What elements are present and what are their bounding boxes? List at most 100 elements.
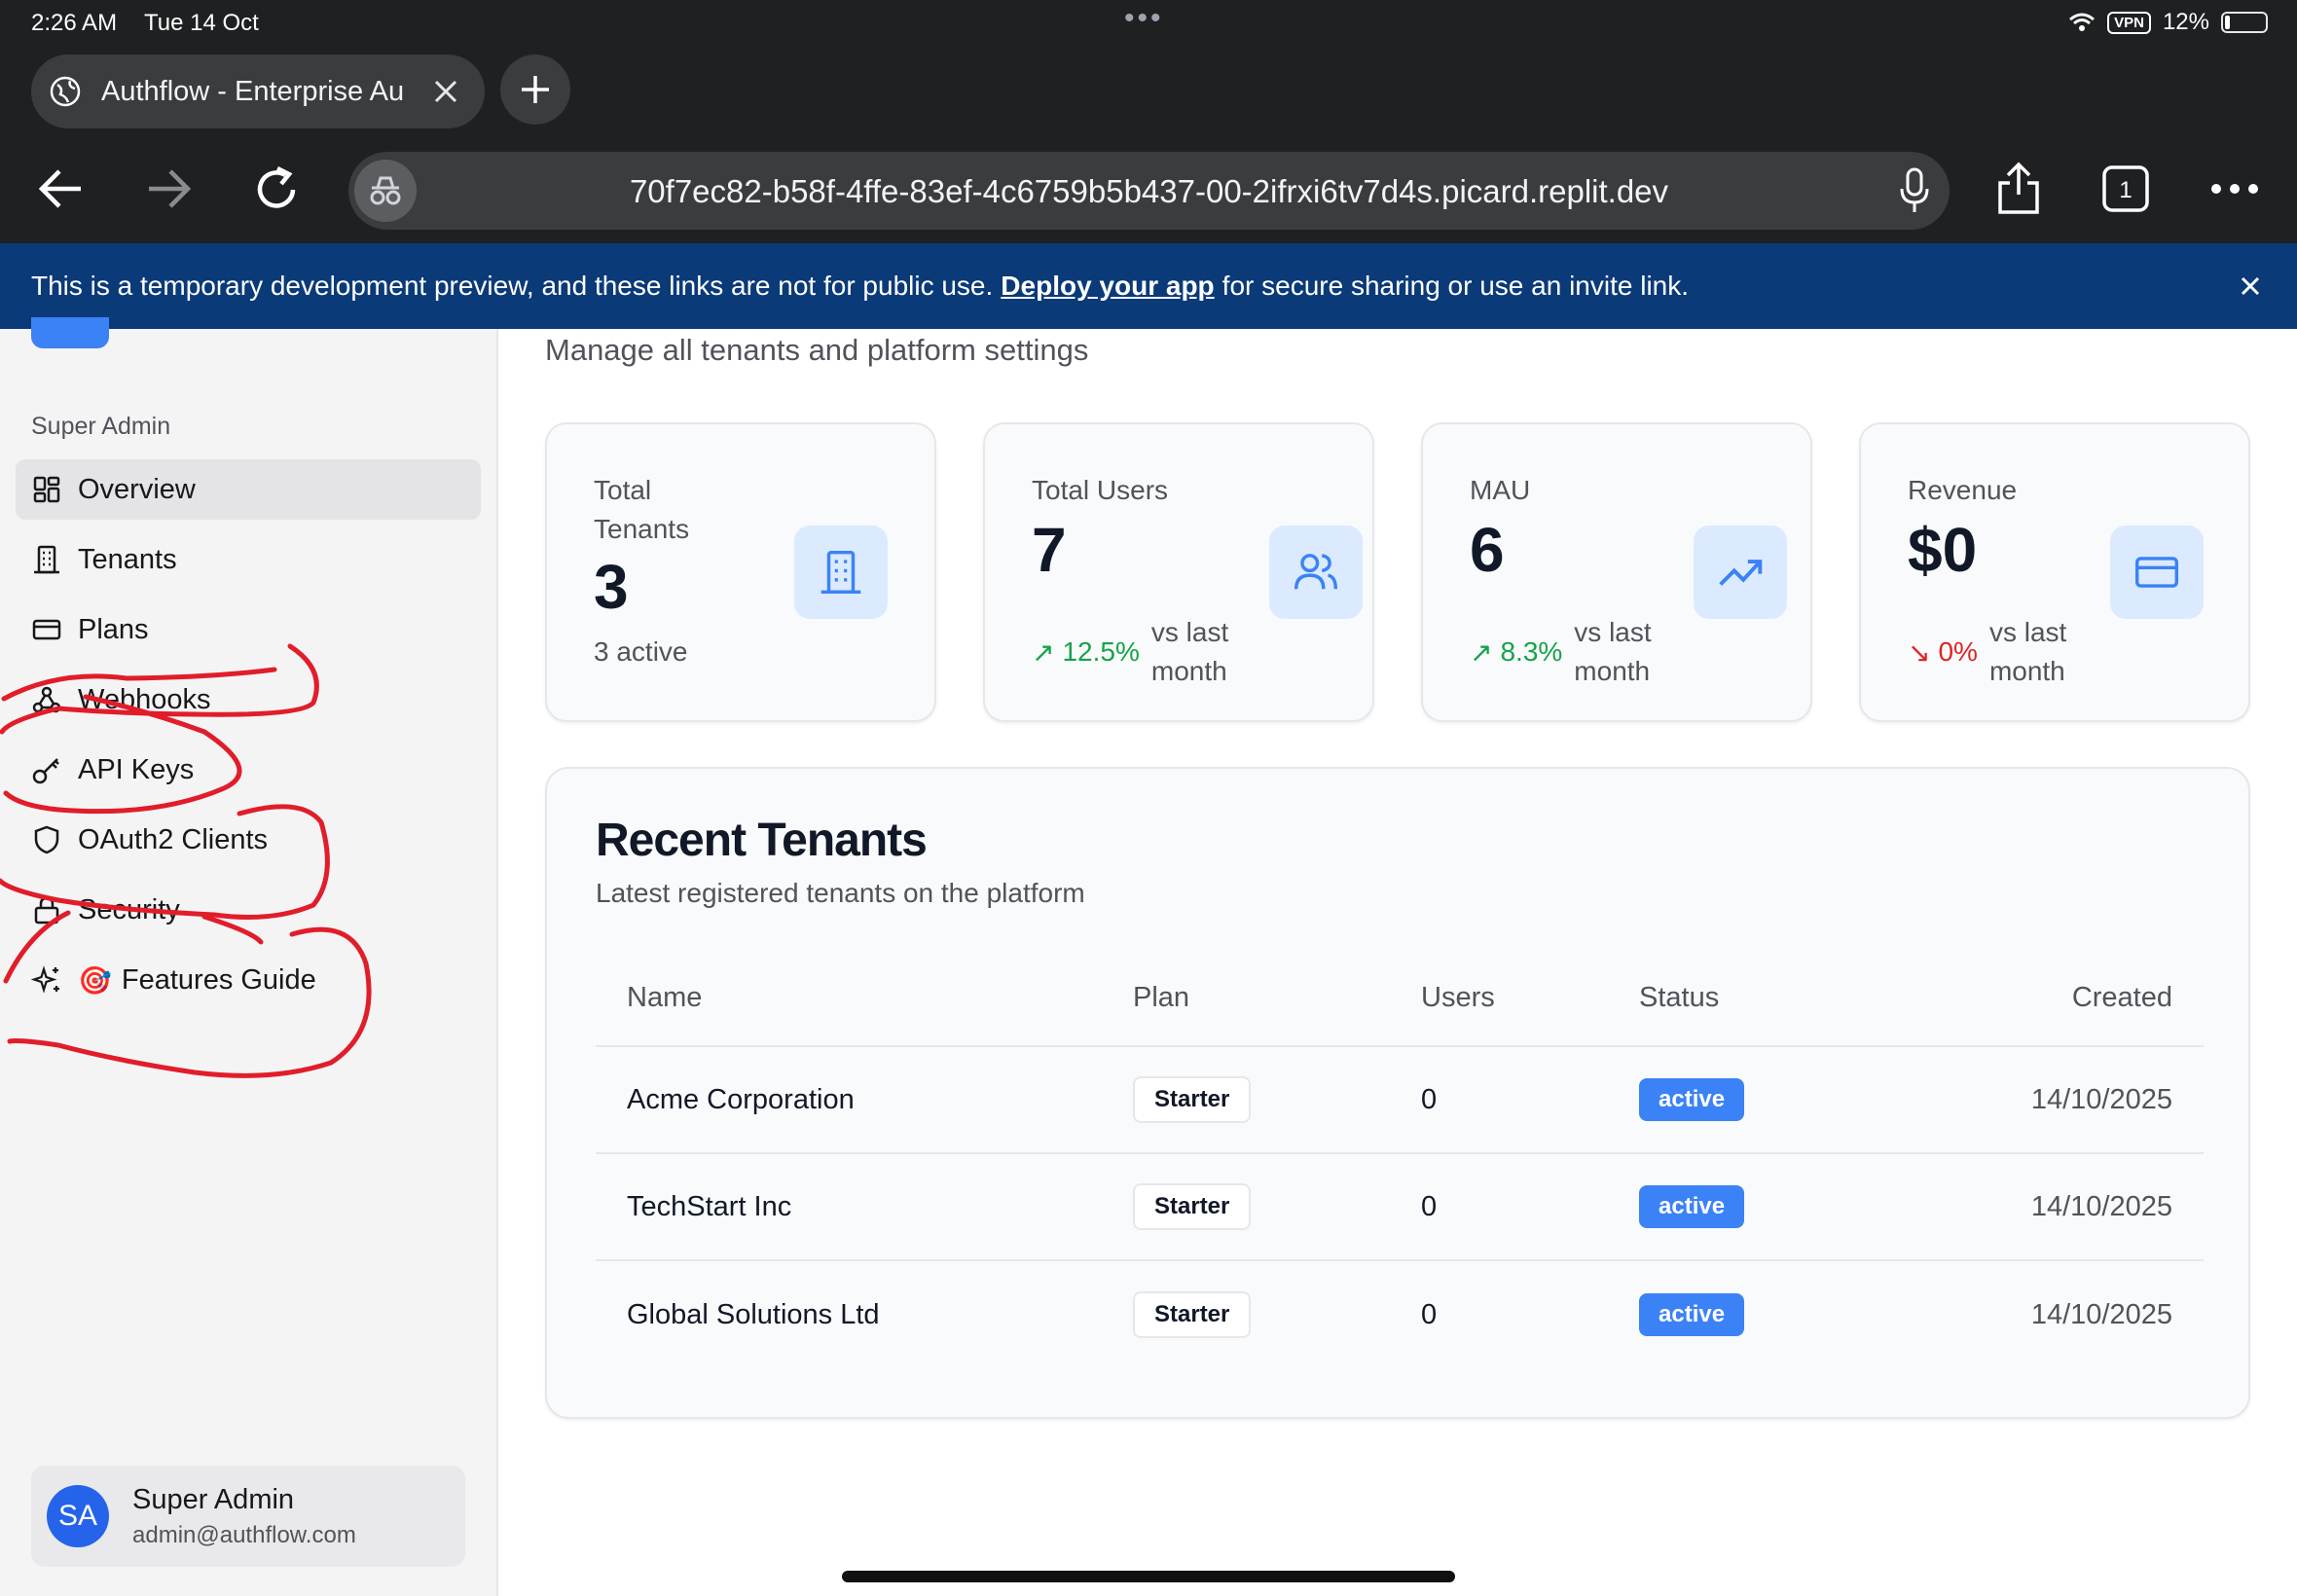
column-header-created[interactable]: Created — [2072, 982, 2172, 1014]
tab-strip: Authflow - Enterprise Au — [0, 47, 2297, 132]
sidebar-item-plans[interactable]: Plans — [16, 599, 481, 660]
user-email: admin@authflow.com — [132, 1521, 356, 1548]
more-button[interactable] — [2204, 158, 2266, 220]
reload-icon — [257, 165, 296, 208]
sidebar-item-overview[interactable]: Overview — [16, 459, 481, 520]
credit-card-icon — [32, 619, 61, 640]
new-tab-button[interactable] — [500, 54, 570, 125]
plus-icon — [522, 76, 549, 103]
tenant-name: TechStart Inc — [627, 1190, 792, 1222]
dev-preview-banner: This is a temporary development preview,… — [0, 243, 2297, 329]
user-profile-card[interactable]: SA Super Admin admin@authflow.com — [31, 1466, 465, 1567]
column-header-plan[interactable]: Plan — [1133, 982, 1189, 1014]
trend-value: 12.5% — [1062, 636, 1140, 667]
tab-close-icon[interactable] — [428, 74, 463, 109]
back-button[interactable] — [29, 158, 91, 220]
stat-value: 7 — [1032, 515, 1067, 585]
status-bar: 2:26 AM Tue 14 Oct ••• VPN 12% — [0, 0, 2297, 47]
user-name: Super Admin — [132, 1483, 295, 1515]
column-header-status[interactable]: Status — [1639, 982, 1719, 1014]
main-content: Manage all tenants and platform settings… — [500, 329, 2297, 1596]
tab-title: Authflow - Enterprise Au — [101, 75, 405, 107]
browser-chrome: 2:26 AM Tue 14 Oct ••• VPN 12% Authflow … — [0, 0, 2297, 243]
logo — [31, 317, 109, 348]
status-badge: active — [1639, 1293, 1745, 1336]
sidebar-item-security[interactable]: Security — [16, 880, 481, 940]
tenant-users: 0 — [1421, 1083, 1438, 1115]
battery-percent: 12% — [2162, 9, 2209, 35]
stat-value: $0 — [1908, 515, 1978, 585]
key-icon — [32, 758, 59, 784]
table-row[interactable]: TechStart Inc Starter 0 active 14/10/202… — [596, 1154, 2204, 1261]
stat-trend: ↘ 0% vs last month — [1908, 613, 2087, 691]
users-icon — [1269, 526, 1363, 619]
sidebar-item-label: Overview — [78, 473, 196, 505]
sidebar-item-label: Plans — [78, 613, 149, 645]
banner-text-after: for secure sharing or use an invite link… — [1221, 271, 1690, 301]
shield-icon — [34, 825, 59, 854]
microphone-icon[interactable] — [1899, 167, 1930, 214]
table-header: Name Plan Users Status Created — [596, 950, 2204, 1047]
status-date: Tue 14 Oct — [144, 10, 259, 36]
stat-trend: ↗ 12.5% vs last month — [1032, 613, 1249, 691]
url-text: 70f7ec82-b58f-4ffe-83ef-4c6759b5b437-00-… — [629, 173, 1669, 209]
sparkles-icon — [31, 965, 59, 994]
stat-label: Total Users — [1032, 475, 1169, 505]
stat-card-revenue: Revenue $0 ↘ 0% vs last month — [1859, 422, 2250, 722]
target-emoji-icon: 🎯 — [78, 964, 112, 996]
lock-icon — [34, 896, 59, 925]
tenant-users: 0 — [1421, 1298, 1438, 1330]
column-header-name[interactable]: Name — [627, 982, 702, 1014]
home-indicator[interactable] — [842, 1571, 1455, 1582]
multitasking-dots-icon[interactable]: ••• — [1124, 2, 1164, 35]
stat-card-total-tenants: Total Tenants 3 3 active — [545, 422, 936, 722]
share-icon — [1998, 162, 2039, 214]
card-description: Latest registered tenants on the platfor… — [596, 878, 1085, 908]
plan-badge: Starter — [1133, 1291, 1252, 1338]
tenant-name: Global Solutions Ltd — [627, 1298, 880, 1330]
table-row[interactable]: Global Solutions Ltd Starter 0 active 14… — [596, 1261, 2204, 1368]
stat-value: 3 — [594, 552, 629, 622]
tabs-button[interactable]: 1 — [2095, 158, 2157, 220]
trend-value: 8.3% — [1500, 636, 1563, 667]
recent-tenants-card: Recent Tenants Latest registered tenants… — [545, 767, 2250, 1419]
browser-tab[interactable]: Authflow - Enterprise Au — [31, 54, 485, 128]
plan-badge: Starter — [1133, 1076, 1252, 1123]
address-bar[interactable]: 70f7ec82-b58f-4ffe-83ef-4c6759b5b437-00-… — [348, 152, 1950, 230]
tenants-table: Name Plan Users Status Created Acme Corp… — [596, 950, 2204, 1368]
building-icon — [34, 545, 59, 574]
deploy-app-link[interactable]: Deploy your app — [1001, 271, 1214, 302]
arrow-right-icon — [149, 169, 192, 208]
stat-trend: ↗ 8.3% vs last month — [1470, 613, 1671, 691]
sidebar-item-label: Webhooks — [78, 683, 211, 715]
wifi-icon — [2069, 13, 2096, 31]
sidebar-item-oauth2-clients[interactable]: OAuth2 Clients — [16, 810, 481, 870]
banner-text: This is a temporary development preview,… — [31, 271, 994, 301]
avatar: SA — [47, 1485, 109, 1547]
stat-label: Total Tenants — [594, 475, 690, 544]
table-row[interactable]: Acme Corporation Starter 0 active 14/10/… — [596, 1047, 2204, 1154]
forward-button[interactable] — [138, 158, 201, 220]
sidebar-item-webhooks[interactable]: Webhooks — [16, 670, 481, 730]
arrow-left-icon — [38, 169, 81, 208]
status-time: 2:26 AM — [31, 10, 118, 36]
tenant-created: 14/10/2025 — [2030, 1298, 2172, 1330]
status-indicators: VPN 12% — [2068, 9, 2268, 36]
sidebar-item-label: API Keys — [78, 753, 195, 785]
globe-icon — [50, 76, 81, 107]
trend-note: vs last month — [1574, 617, 1652, 686]
tab-count-icon: 1 — [2102, 165, 2149, 212]
reload-button[interactable] — [245, 158, 308, 220]
credit-card-icon — [2110, 526, 2204, 619]
share-button[interactable] — [1987, 158, 2050, 220]
stat-label: Revenue — [1908, 475, 2018, 505]
sidebar-item-label: Security — [78, 893, 180, 925]
tenant-created: 14/10/2025 — [2030, 1190, 2172, 1222]
sidebar-item-features-guide[interactable]: 🎯 Features Guide — [16, 950, 481, 1010]
battery-icon — [2221, 12, 2268, 33]
column-header-users[interactable]: Users — [1421, 982, 1495, 1014]
sidebar-item-api-keys[interactable]: API Keys — [16, 740, 481, 800]
navigation-row: 70f7ec82-b58f-4ffe-83ef-4c6759b5b437-00-… — [0, 136, 2297, 243]
close-icon[interactable] — [2233, 269, 2268, 304]
sidebar-item-tenants[interactable]: Tenants — [16, 529, 481, 590]
